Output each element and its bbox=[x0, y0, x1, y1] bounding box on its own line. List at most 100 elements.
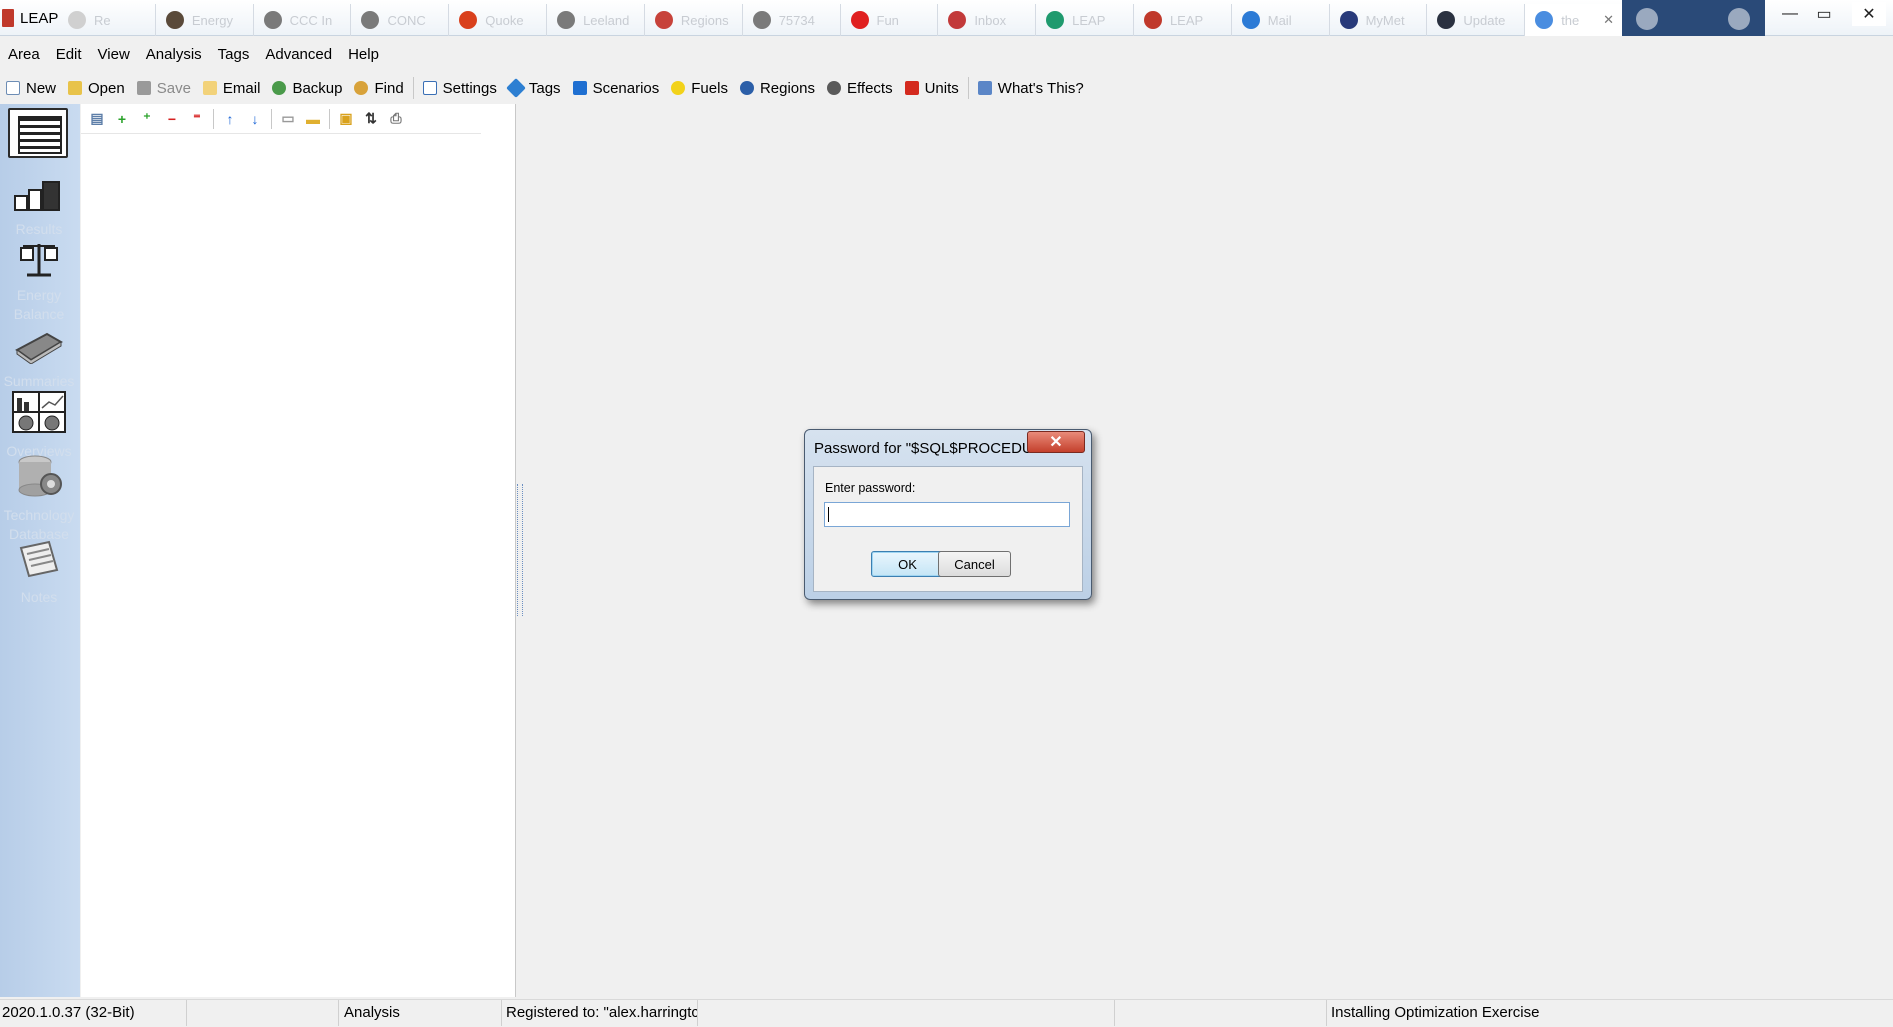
tab-favicon-icon bbox=[1437, 11, 1456, 29]
whats-this-button[interactable]: What's This? bbox=[972, 80, 1090, 97]
view-energy-balance[interactable]: Energy Balance bbox=[0, 242, 78, 324]
minimize-button[interactable]: — bbox=[1773, 2, 1807, 26]
browser-tab[interactable]: CCC In bbox=[254, 4, 352, 36]
status-version: 2020.1.0.37 (32-Bit) bbox=[0, 1000, 187, 1026]
menu-edit[interactable]: Edit bbox=[48, 46, 90, 63]
menu-analysis[interactable]: Analysis bbox=[138, 46, 210, 63]
expand-icon[interactable]: ▬ bbox=[301, 108, 325, 130]
move-down-icon[interactable]: ↓ bbox=[243, 108, 267, 130]
new-button[interactable]: New bbox=[0, 80, 62, 97]
open-button[interactable]: Open bbox=[62, 80, 131, 97]
browser-tab[interactable]: CONC bbox=[351, 4, 450, 36]
browser-tab[interactable]: Inbox bbox=[938, 4, 1037, 36]
add-icon[interactable]: + bbox=[110, 108, 134, 130]
scenarios-button[interactable]: Scenarios bbox=[567, 80, 666, 97]
fuels-icon bbox=[671, 81, 686, 95]
text-caret bbox=[828, 507, 829, 522]
backup-button[interactable]: Backup bbox=[266, 80, 348, 97]
panel-splitter[interactable] bbox=[517, 484, 523, 616]
password-input[interactable] bbox=[824, 502, 1070, 527]
collapse-icon[interactable]: ▭ bbox=[276, 108, 300, 130]
cancel-button[interactable]: Cancel bbox=[938, 551, 1011, 577]
browser-tab[interactable]: LEAP bbox=[1036, 4, 1134, 36]
print-icon[interactable]: ⎙ bbox=[384, 108, 408, 130]
delete-branch-icon[interactable]: ⁼ bbox=[185, 108, 209, 130]
view-summaries[interactable]: Summaries bbox=[0, 330, 78, 391]
browser-tab-label: Regions bbox=[680, 12, 729, 28]
units-button[interactable]: Units bbox=[899, 80, 965, 97]
analysis-view-icon[interactable] bbox=[8, 108, 68, 158]
browser-tab[interactable]: LEAP bbox=[1134, 4, 1232, 36]
sort-icon[interactable]: ⇅ bbox=[359, 108, 383, 130]
units-label: Units bbox=[924, 79, 959, 97]
browser-tab-label: Inbox bbox=[974, 12, 1007, 28]
tags-button[interactable]: Tags bbox=[503, 78, 567, 98]
menu-tags[interactable]: Tags bbox=[210, 46, 258, 63]
menu-area[interactable]: Area bbox=[0, 46, 48, 63]
browser-tab[interactable]: Update bbox=[1427, 4, 1526, 36]
units-icon bbox=[904, 81, 919, 95]
globe-icon bbox=[739, 81, 754, 95]
save-button[interactable]: Save bbox=[131, 80, 197, 97]
tab-favicon-icon bbox=[165, 11, 184, 29]
menu-help[interactable]: Help bbox=[340, 46, 387, 63]
dialog-body: Enter password: OK Cancel bbox=[813, 466, 1083, 592]
fuels-button[interactable]: Fuels bbox=[665, 80, 734, 97]
settings-label: Settings bbox=[442, 79, 497, 97]
dialog-close-button[interactable]: ✕ bbox=[1027, 431, 1085, 453]
notes-label: Notes bbox=[20, 589, 58, 605]
browser-tab-label: Re bbox=[94, 12, 111, 28]
menu-view[interactable]: View bbox=[90, 46, 138, 63]
settings-button[interactable]: Settings bbox=[417, 80, 503, 97]
status-blank-3 bbox=[1115, 1000, 1327, 1026]
email-button[interactable]: Email bbox=[197, 80, 267, 97]
main-toolbar: New Open Save Email Backup Find Settings… bbox=[0, 74, 1090, 102]
browser-tab[interactable]: Quoke bbox=[449, 4, 548, 36]
view-technology-database[interactable]: Technology Database bbox=[0, 454, 78, 544]
tab-favicon-icon bbox=[557, 11, 576, 29]
backup-icon bbox=[272, 81, 287, 95]
find-button[interactable]: Find bbox=[348, 80, 409, 97]
browser-tab-label: Fun bbox=[876, 12, 899, 28]
properties-icon[interactable]: ▤ bbox=[85, 108, 109, 130]
close-window-button[interactable]: ✕ bbox=[1852, 2, 1886, 26]
scenarios-label: Scenarios bbox=[592, 79, 660, 97]
whats-this-label: What's This? bbox=[997, 79, 1084, 97]
browser-tab[interactable]: Energy bbox=[156, 4, 254, 36]
browser-tab[interactable]: Leeland bbox=[547, 4, 645, 36]
menu-advanced[interactable]: Advanced bbox=[257, 46, 340, 63]
browser-tab[interactable]: Re bbox=[58, 4, 156, 36]
lock-icon[interactable]: ▣ bbox=[334, 108, 358, 130]
browser-tab[interactable]: MyMet bbox=[1330, 4, 1428, 36]
tab-favicon-icon bbox=[948, 11, 967, 29]
tab-favicon-icon bbox=[68, 11, 86, 29]
view-results[interactable]: Results bbox=[0, 178, 78, 239]
maximize-button[interactable]: ▭ bbox=[1807, 2, 1841, 26]
close-tab-icon[interactable]: ✕ bbox=[1603, 12, 1614, 28]
move-up-icon[interactable]: ↑ bbox=[218, 108, 242, 130]
leap-logo-icon bbox=[2, 9, 14, 27]
new-tab-icon[interactable] bbox=[1636, 8, 1658, 30]
add-child-icon[interactable]: ⁺ bbox=[135, 108, 159, 130]
regions-button[interactable]: Regions bbox=[734, 80, 821, 97]
tree-toolbar-separator bbox=[329, 108, 330, 129]
password-dialog: Password for "$SQL$PROCEDU... ✕ Enter pa… bbox=[804, 429, 1092, 600]
status-bar: 2020.1.0.37 (32-Bit) Analysis Registered… bbox=[0, 999, 1893, 1027]
tab-favicon-icon bbox=[263, 11, 282, 29]
view-notes[interactable]: Notes bbox=[0, 540, 78, 607]
email-icon bbox=[202, 81, 217, 95]
browser-tab[interactable]: Regions bbox=[645, 4, 743, 36]
new-label: New bbox=[26, 79, 57, 97]
delete-icon[interactable]: − bbox=[160, 108, 184, 130]
view-overviews[interactable]: Overviews bbox=[0, 390, 78, 461]
browser-tab[interactable]: Mail bbox=[1232, 4, 1330, 36]
browser-tab[interactable]: the ✕ bbox=[1525, 4, 1623, 36]
effects-button[interactable]: Effects bbox=[821, 80, 899, 97]
open-label: Open bbox=[88, 79, 125, 97]
browser-tab[interactable]: Fun bbox=[841, 4, 939, 36]
browser-tab[interactable]: 75734 bbox=[743, 4, 841, 36]
browser-tab-label: MyMet bbox=[1365, 12, 1405, 28]
save-label: Save bbox=[156, 79, 191, 97]
profile-icon[interactable] bbox=[1728, 8, 1750, 30]
ok-button[interactable]: OK bbox=[871, 551, 944, 577]
